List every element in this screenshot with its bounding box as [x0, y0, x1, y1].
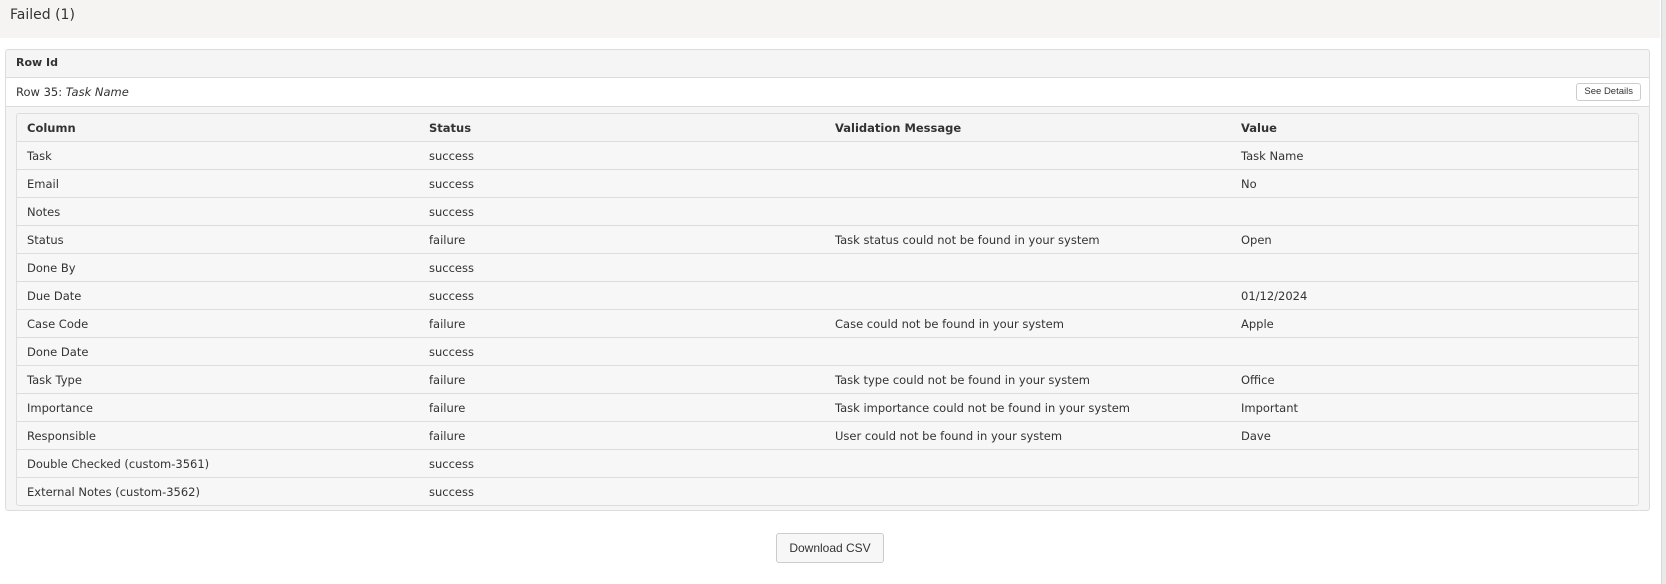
- cell-message: [825, 169, 1231, 198]
- cell-column: Done Date: [17, 337, 419, 366]
- table-row: Notes success: [17, 197, 1638, 226]
- cell-message: [825, 337, 1231, 366]
- cell-value: No: [1231, 169, 1638, 198]
- cell-message: Case could not be found in your system: [825, 309, 1231, 338]
- cell-value: [1231, 478, 1638, 506]
- section-title: Failed (1): [10, 7, 75, 23]
- cell-status: failure: [419, 421, 825, 450]
- cell-value: 01/12/2024: [1231, 281, 1638, 310]
- cell-value: Important: [1231, 393, 1638, 422]
- cell-message: [825, 141, 1231, 170]
- cell-status: failure: [419, 309, 825, 338]
- download-csv-button[interactable]: Download CSV: [776, 533, 884, 563]
- table-header-row: Column Status Validation Message Value: [17, 114, 1638, 142]
- cell-column: Done By: [17, 253, 419, 282]
- row-number-label: Row 35:: [16, 85, 66, 99]
- cell-status: failure: [419, 393, 825, 422]
- cell-value: [1231, 253, 1638, 282]
- table-row: External Notes (custom-3562) success: [17, 478, 1638, 506]
- table-row: Importance failure Task importance could…: [17, 393, 1638, 422]
- cell-status: success: [419, 281, 825, 310]
- cell-status: success: [419, 197, 825, 226]
- table-row: Status failure Task status could not be …: [17, 225, 1638, 254]
- table-row: Done By success: [17, 253, 1638, 282]
- row-label: Row 35: Task Name: [16, 85, 129, 99]
- failed-row-summary: Row 35: Task Name See Details: [6, 78, 1649, 107]
- table-row: Task success Task Name: [17, 141, 1638, 170]
- cell-status: success: [419, 337, 825, 366]
- table-row: Task Type failure Task type could not be…: [17, 365, 1638, 394]
- cell-status: success: [419, 449, 825, 478]
- cell-column: Notes: [17, 197, 419, 226]
- cell-status: failure: [419, 365, 825, 394]
- cell-message: [825, 449, 1231, 478]
- page-scrollbar[interactable]: [1661, 0, 1666, 584]
- section-header: Failed (1): [0, 0, 1660, 38]
- cell-column: Task: [17, 141, 419, 170]
- cell-value: Office: [1231, 365, 1638, 394]
- cell-column: Importance: [17, 393, 419, 422]
- row-task-name: Task Name: [65, 85, 129, 99]
- cell-column: Due Date: [17, 281, 419, 310]
- table-row: Email success No: [17, 169, 1638, 198]
- cell-column: Task Type: [17, 365, 419, 394]
- cell-value: [1231, 197, 1638, 226]
- cell-message: [825, 197, 1231, 226]
- column-header-validation-message: Validation Message: [825, 114, 1231, 142]
- cell-message: [825, 478, 1231, 506]
- validation-table-container: Column Status Validation Message Value T…: [16, 113, 1639, 506]
- cell-message: Task importance could not be found in yo…: [825, 393, 1231, 422]
- cell-message: User could not be found in your system: [825, 421, 1231, 450]
- row-id-header: Row Id: [16, 56, 58, 69]
- cell-value: Task Name: [1231, 141, 1638, 170]
- cell-value: Apple: [1231, 309, 1638, 338]
- cell-status: success: [419, 141, 825, 170]
- see-details-button[interactable]: See Details: [1576, 83, 1641, 101]
- cell-message: Task status could not be found in your s…: [825, 225, 1231, 254]
- table-row: Done Date success: [17, 337, 1638, 366]
- validation-table: Column Status Validation Message Value T…: [17, 114, 1638, 505]
- cell-value: [1231, 449, 1638, 478]
- cell-status: success: [419, 253, 825, 282]
- cell-message: Task type could not be found in your sys…: [825, 365, 1231, 394]
- column-header-column: Column: [17, 114, 419, 142]
- cell-status: success: [419, 169, 825, 198]
- cell-status: failure: [419, 225, 825, 254]
- cell-column: Double Checked (custom-3561): [17, 449, 419, 478]
- cell-value: Open: [1231, 225, 1638, 254]
- column-header-status: Status: [419, 114, 825, 142]
- table-row: Case Code failure Case could not be foun…: [17, 309, 1638, 338]
- import-results-page: Failed (1) Row Id Row 35: Task Name See …: [0, 0, 1666, 584]
- cell-message: [825, 253, 1231, 282]
- cell-value: Dave: [1231, 421, 1638, 450]
- failed-rows-panel: Row Id Row 35: Task Name See Details Col…: [5, 49, 1650, 511]
- panel-header: Row Id: [6, 50, 1649, 78]
- column-header-value: Value: [1231, 114, 1638, 142]
- cell-column: Email: [17, 169, 419, 198]
- download-area: Download CSV: [0, 533, 1660, 563]
- cell-status: success: [429, 484, 474, 499]
- cell-value: [1231, 337, 1638, 366]
- cell-column: Status: [17, 225, 419, 254]
- table-row: Responsible failure User could not be fo…: [17, 421, 1638, 450]
- cell-column: Case Code: [17, 309, 419, 338]
- table-row: Double Checked (custom-3561) success: [17, 449, 1638, 478]
- cell-column: External Notes (custom-3562): [27, 484, 200, 499]
- cell-column: Responsible: [17, 421, 419, 450]
- cell-message: [825, 281, 1231, 310]
- table-row: Due Date success 01/12/2024: [17, 281, 1638, 310]
